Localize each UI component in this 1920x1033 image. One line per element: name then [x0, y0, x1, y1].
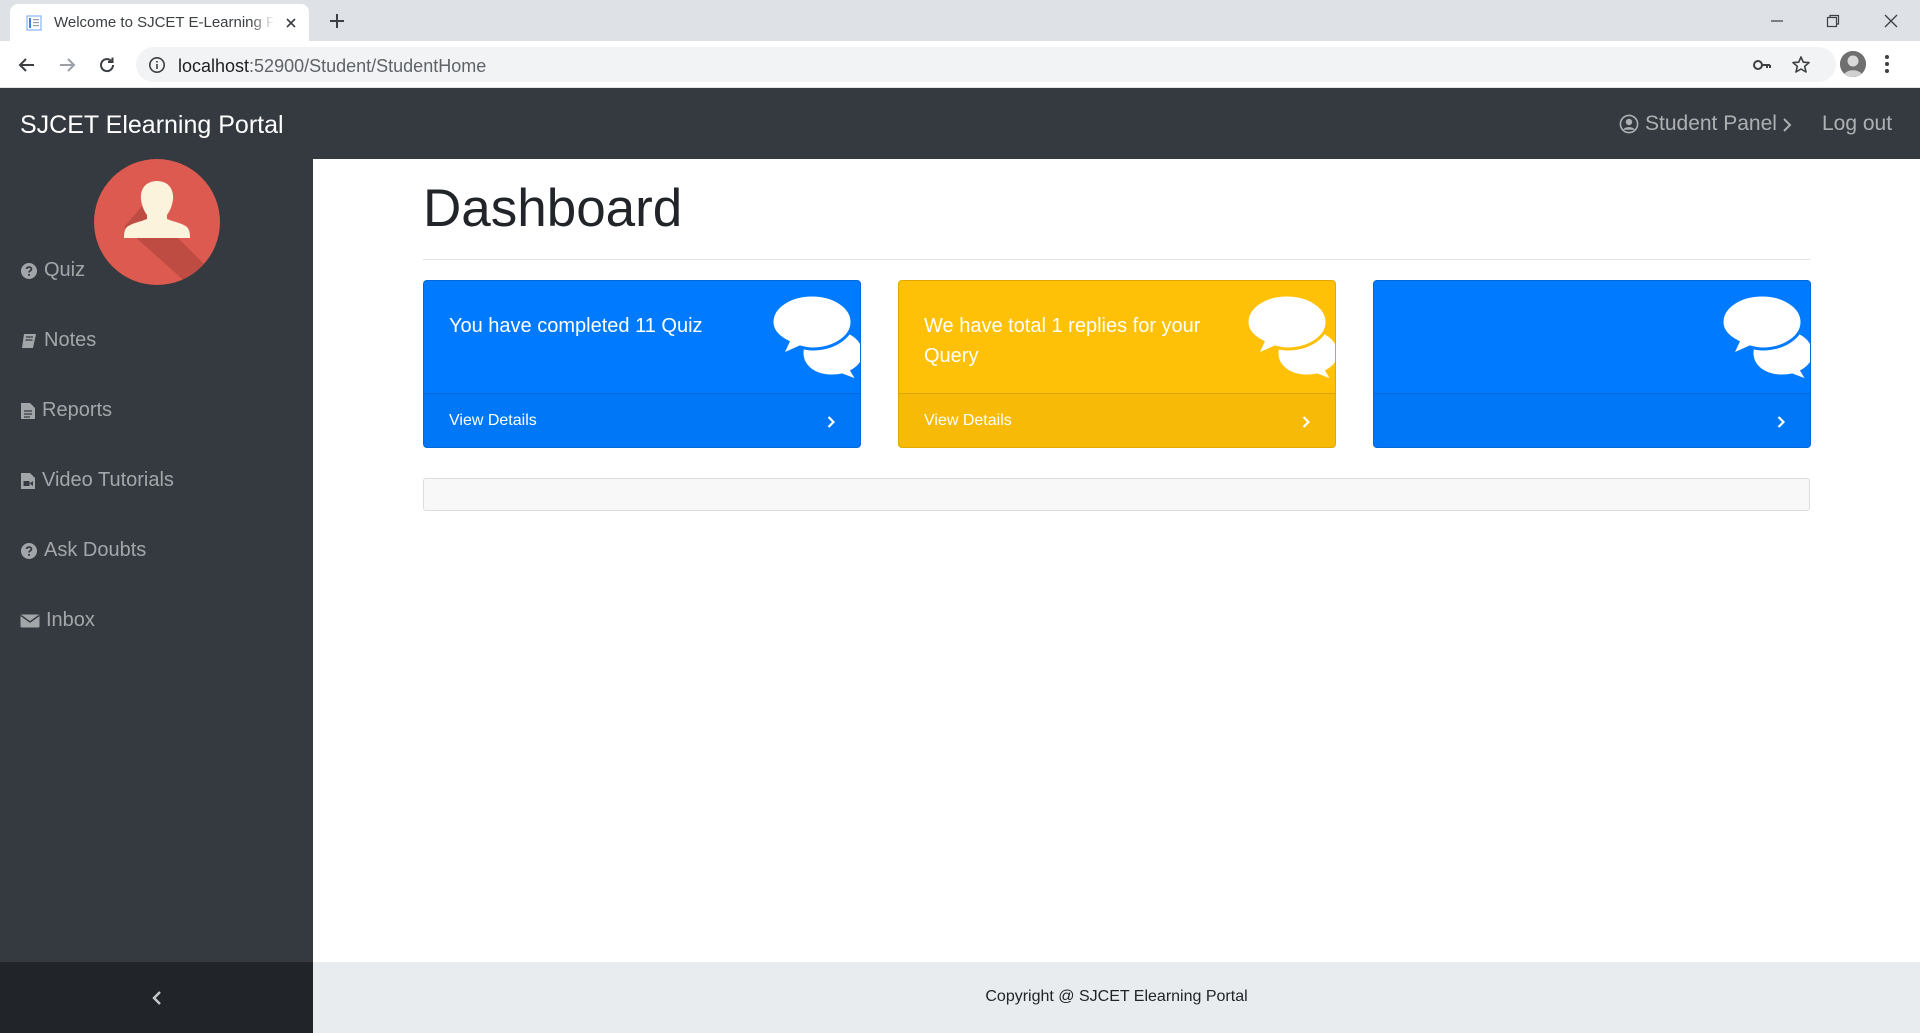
quiz-summary-card: You have completed 11 Quiz View Details [423, 280, 861, 448]
view-details-label: View Details [924, 412, 1012, 429]
back-arrow-icon[interactable] [14, 52, 40, 78]
student-panel-label: Student Panel [1645, 112, 1777, 135]
sidebar-item-quiz[interactable]: Quiz [20, 259, 85, 282]
chevron-right-icon [826, 415, 836, 429]
chevron-right-icon [1301, 415, 1311, 429]
card-body: You have completed 11 Quiz [424, 281, 860, 393]
avatar-icon[interactable] [1840, 51, 1866, 77]
book-icon [22, 333, 36, 348]
view-details-link[interactable]: View Details [899, 393, 1335, 447]
tab-title: Welcome to SJCET E-Learning Portal [54, 14, 274, 31]
sidebar: Quiz Notes Reports Video Tutorials Ask D… [0, 159, 313, 962]
comments-icon [770, 289, 860, 384]
url-text[interactable]: localhost:52900/Student/StudentHome [178, 56, 486, 77]
logout-link[interactable]: Log out [1822, 112, 1892, 136]
info-icon[interactable] [148, 56, 166, 74]
close-icon[interactable] [281, 13, 301, 33]
sidebar-item-notes[interactable]: Notes [20, 329, 96, 352]
page-footer: Copyright @ SJCET Elearning Portal [313, 962, 1920, 1033]
student-panel-link[interactable]: Student Panel [1619, 112, 1777, 136]
copyright-text: Copyright @ SJCET Elearning Portal [985, 988, 1248, 1005]
card-body [1374, 281, 1810, 393]
page-icon [26, 15, 42, 31]
user-circle-icon [1619, 114, 1639, 134]
title-divider [423, 259, 1810, 260]
brand-title[interactable]: SJCET Elearning Portal [20, 111, 284, 140]
question-circle-icon [21, 262, 37, 279]
card-body: We have total 1 replies for your Query [899, 281, 1335, 393]
card-text: You have completed 11 Quiz [449, 315, 703, 337]
sidebar-item-label: Notes [44, 329, 97, 351]
browser-toolbar: localhost:52900/Student/StudentHome [0, 41, 1920, 88]
chevron-left-icon [151, 990, 161, 1005]
chevron-right-icon [1780, 117, 1794, 133]
sidebar-item-label: Video Tutorials [42, 469, 174, 491]
star-icon[interactable] [1791, 55, 1811, 75]
top-navbar: SJCET Elearning Portal Student Panel Log… [0, 88, 1920, 159]
plus-icon[interactable] [326, 10, 348, 32]
browser-tab-strip: Welcome to SJCET E-Learning Portal [0, 0, 1920, 41]
query-replies-card: We have total 1 replies for your Query V… [898, 280, 1336, 448]
sidebar-item-label: Quiz [44, 259, 86, 281]
window-close-icon[interactable] [1868, 6, 1914, 36]
sidebar-item-label: Reports [42, 399, 113, 421]
view-details-link[interactable]: View Details [424, 393, 860, 447]
key-icon[interactable] [1752, 55, 1772, 75]
sidebar-toggle-button[interactable] [0, 962, 313, 1033]
browser-tab[interactable]: Welcome to SJCET E-Learning Portal [10, 4, 309, 41]
file-text-icon [21, 402, 35, 419]
restore-icon[interactable] [1810, 6, 1856, 36]
forward-arrow-icon[interactable] [54, 52, 80, 78]
question-circle-icon [21, 542, 37, 559]
sidebar-item-reports[interactable]: Reports [20, 399, 112, 422]
more-vert-icon[interactable] [1883, 53, 1891, 75]
reload-icon[interactable] [94, 52, 120, 78]
address-bar[interactable]: localhost:52900/Student/StudentHome [136, 47, 1836, 82]
view-details-label: View Details [449, 412, 537, 429]
sidebar-item-video-tutorials[interactable]: Video Tutorials [20, 469, 174, 492]
info-card [1373, 280, 1811, 448]
empty-panel [423, 478, 1810, 511]
minimize-icon[interactable] [1754, 6, 1800, 36]
view-details-link[interactable] [1374, 393, 1810, 447]
comments-icon [1720, 289, 1810, 384]
sidebar-item-inbox[interactable]: Inbox [20, 609, 95, 632]
card-text: We have total 1 replies for your Query [924, 315, 1201, 367]
comments-icon [1245, 289, 1335, 384]
chevron-right-icon [1776, 415, 1786, 429]
file-video-icon [21, 472, 35, 489]
page-title: Dashboard [423, 179, 683, 238]
envelope-icon [20, 614, 40, 627]
sidebar-item-ask-doubts[interactable]: Ask Doubts [20, 539, 146, 562]
sidebar-item-label: Ask Doubts [44, 539, 147, 561]
sidebar-item-label: Inbox [46, 609, 95, 631]
user-avatar [94, 159, 220, 285]
